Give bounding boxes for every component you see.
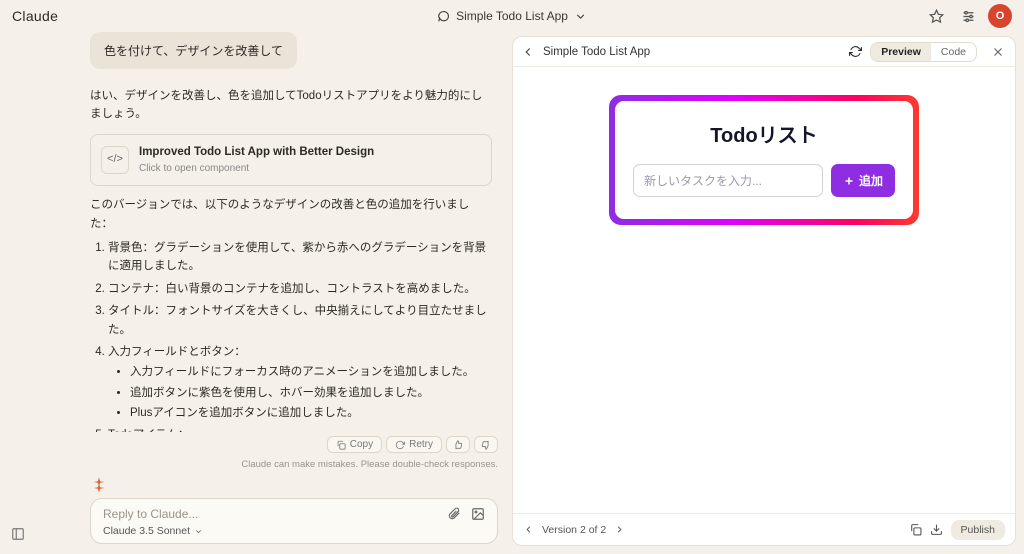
- star-button[interactable]: [924, 4, 948, 28]
- top-bar: Claude Simple Todo List App O: [0, 0, 1024, 32]
- tab-code[interactable]: Code: [931, 43, 976, 61]
- preview-title: Simple Todo List App: [543, 46, 650, 58]
- todo-title: Todoリスト: [633, 119, 895, 148]
- message-actions: Copy Retry: [90, 432, 498, 457]
- todo-card: Todoリスト 追加: [609, 95, 919, 225]
- list-item: 入力フィールドとボタン：入力フィールドにフォーカス時のアニメーションを追加しまし…: [108, 343, 492, 423]
- copy-icon: [336, 440, 346, 450]
- user-message: 色を付けて、デザインを改善して: [90, 32, 297, 69]
- retry-icon: [395, 440, 405, 450]
- prev-version-button[interactable]: [523, 524, 534, 535]
- artifact-card[interactable]: </> Improved Todo List App with Better D…: [90, 134, 492, 186]
- download-button[interactable]: [930, 523, 943, 536]
- tab-preview[interactable]: Preview: [871, 43, 931, 61]
- publish-button[interactable]: Publish: [951, 520, 1005, 540]
- retry-button[interactable]: Retry: [386, 436, 442, 453]
- version-label: Version 2 of 2: [542, 524, 606, 536]
- composer-input[interactable]: Reply to Claude...: [103, 507, 447, 521]
- plus-icon: [843, 175, 855, 187]
- thumbs-down-icon: [481, 440, 491, 450]
- chat-icon: [437, 10, 450, 23]
- list-item: コンテナ：白い背景のコンテナを追加し、コントラストを高めました。: [108, 280, 492, 298]
- chat-column: 色を付けて、デザインを改善して はい、デザインを改善し、色を追加してTodoリス…: [0, 32, 508, 554]
- list-subitem: Plusアイコンを追加ボタンに追加しました。: [130, 404, 492, 422]
- copy-code-button[interactable]: [909, 523, 922, 536]
- preview-canvas: Todoリスト 追加: [513, 67, 1015, 513]
- sidebar-toggle[interactable]: [8, 524, 28, 544]
- list-subitem: 追加ボタンに紫色を使用し、ホバー効果を追加しました。: [130, 384, 492, 402]
- disclaimer: Claude can make mistakes. Please double-…: [90, 457, 498, 476]
- code-icon: </>: [101, 146, 129, 174]
- artifact-title: Improved Todo List App with Better Desig…: [139, 143, 374, 161]
- list-item: タイトル：フォントサイズを大きくし、中央揃えにしてより目立たせました。: [108, 302, 492, 339]
- list-item: 背景色：グラデーションを使用して、紫から赤へのグラデーションを背景に適用しました…: [108, 239, 492, 276]
- thumbs-down-button[interactable]: [474, 436, 498, 453]
- project-name: Simple Todo List App: [456, 9, 568, 23]
- assistant-message: はい、デザインを改善し、色を追加してTodoリストアプリをより魅力的にしましょう…: [90, 81, 498, 432]
- model-selector[interactable]: Claude 3.5 Sonnet: [103, 525, 485, 537]
- view-toggle: Preview Code: [870, 42, 977, 62]
- copy-button[interactable]: Copy: [327, 436, 382, 453]
- back-button[interactable]: [521, 45, 535, 59]
- image-icon[interactable]: [471, 507, 485, 521]
- project-selector[interactable]: Simple Todo List App: [437, 9, 587, 23]
- close-button[interactable]: [991, 45, 1005, 59]
- todo-input[interactable]: [633, 164, 823, 197]
- refresh-button[interactable]: [849, 45, 862, 58]
- sliders-icon: [961, 9, 976, 24]
- preview-footer: Version 2 of 2 Publish: [513, 513, 1015, 545]
- assistant-intro: はい、デザインを改善し、色を追加してTodoリストアプリをより魅力的にしましょう…: [90, 87, 492, 124]
- thumbs-up-icon: [453, 440, 463, 450]
- preview-header: Simple Todo List App Preview Code: [513, 37, 1015, 67]
- attachment-icon[interactable]: [447, 507, 461, 521]
- todo-add-button[interactable]: 追加: [831, 164, 895, 197]
- next-version-button[interactable]: [614, 524, 625, 535]
- preview-pane: Simple Todo List App Preview Code Todoリス…: [512, 36, 1016, 546]
- panel-icon: [11, 527, 25, 541]
- settings-button[interactable]: [956, 4, 980, 28]
- avatar[interactable]: O: [988, 4, 1012, 28]
- artifact-subtitle: Click to open component: [139, 161, 374, 177]
- list-subitem: 入力フィールドにフォーカス時のアニメーションを追加しました。: [130, 363, 492, 381]
- chevron-down-icon: [574, 10, 587, 23]
- app-logo: Claude: [12, 8, 58, 24]
- star-icon: [929, 9, 944, 24]
- thumbs-up-button[interactable]: [446, 436, 470, 453]
- sparkle-icon: [90, 476, 108, 494]
- assistant-lead: このバージョンでは、以下のようなデザインの改善と色の追加を行いました：: [90, 196, 492, 233]
- composer[interactable]: Reply to Claude... Claude 3.5 Sonnet: [90, 498, 498, 544]
- chevron-down-icon: [194, 527, 203, 536]
- change-list: 背景色：グラデーションを使用して、紫から赤へのグラデーションを背景に適用しました…: [90, 239, 492, 432]
